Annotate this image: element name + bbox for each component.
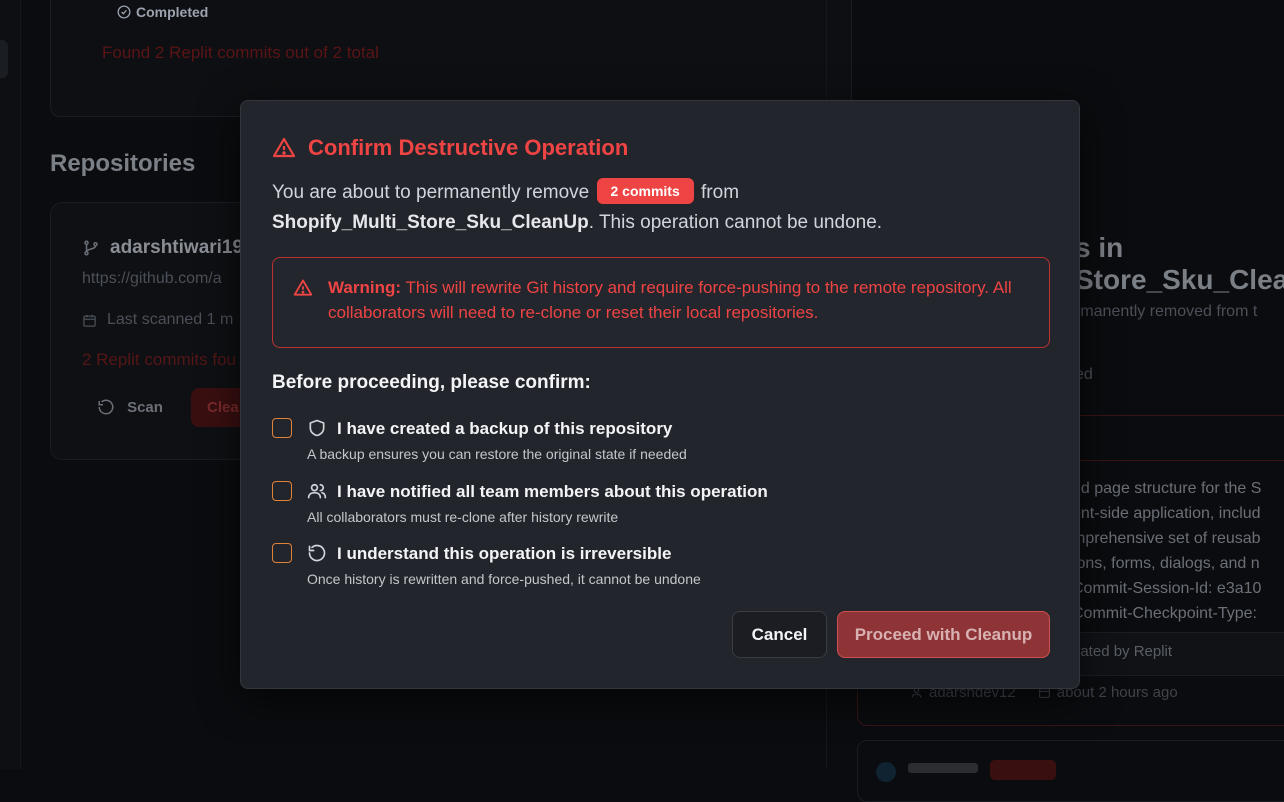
- right-panel-title-line2: Store_Sku_Clean: [1075, 264, 1284, 295]
- replit-badge: [990, 760, 1056, 780]
- scan-label: Scan: [127, 398, 163, 416]
- notify-label[interactable]: I have notified all team members about t…: [337, 481, 768, 503]
- confirm-item-notify: I have notified all team members about t…: [272, 481, 1032, 531]
- status-completed: Completed: [117, 4, 208, 20]
- dialog-description: You are about to permanently remove 2 co…: [272, 177, 1052, 238]
- commit-message: nd page structure for the S ent-side app…: [1072, 480, 1262, 622]
- confirm-item-irreversible: I understand this operation is irreversi…: [272, 543, 1032, 593]
- shield-icon: [309, 419, 325, 437]
- repo-last-scanned: Last scanned 1 m: [82, 311, 233, 329]
- repo-url[interactable]: https://github.com/a: [82, 270, 222, 288]
- notify-checkbox[interactable]: [272, 481, 292, 501]
- warning-label: Warning:: [328, 278, 402, 297]
- commit-count-badge: 2 commits: [596, 177, 694, 204]
- backup-checkbox[interactable]: [272, 418, 292, 438]
- avatar: [876, 762, 896, 782]
- warning-text: Warning: This will rewrite Git history a…: [328, 275, 1038, 325]
- commit-generated-by: erated by Replit: [1067, 643, 1173, 660]
- last-scanned-text: Last scanned 1 m: [107, 311, 234, 328]
- alert-triangle-icon: [272, 137, 296, 158]
- irreversible-checkbox[interactable]: [272, 543, 292, 563]
- repositories-heading: Repositories: [50, 150, 196, 177]
- right-panel-title-line1: s in: [1075, 232, 1124, 263]
- repo-name-text: adarshtiwari19: [110, 237, 244, 258]
- confirm-item-backup: I have created a backup of this reposito…: [272, 418, 1032, 468]
- irreversible-label[interactable]: I understand this operation is irreversi…: [337, 543, 671, 565]
- left-rail: [0, 0, 21, 769]
- alert-triangle-icon: [293, 279, 313, 296]
- rotate-icon: [308, 544, 326, 562]
- found-commits-text: Found 2 Replit commits out of 2 total: [102, 43, 379, 62]
- right-panel-title: s in Store_Sku_Clean: [1075, 232, 1284, 296]
- cleanup-label: Clea: [207, 399, 239, 416]
- desc-end: . This operation cannot be undone.: [588, 212, 883, 233]
- desc-repo-name: Shopify_Multi_Store_Sku_CleanUp: [272, 212, 589, 233]
- warning-body: This will rewrite Git history and requir…: [328, 278, 1012, 322]
- status-text: Completed: [136, 4, 209, 20]
- git-branch-icon: [84, 240, 98, 256]
- right-panel-rule: [1075, 415, 1284, 416]
- right-panel-subtitle: rmanently removed from t: [1075, 303, 1258, 320]
- desc-before: You are about to permanently remove: [272, 182, 595, 203]
- repo-commits-found: 2 Replit commits fou: [82, 350, 236, 369]
- repo-name: adarshtiwari19: [82, 237, 243, 259]
- scan-button[interactable]: Scan: [82, 388, 178, 426]
- irreversible-sub: Once history is rewritten and force-push…: [307, 571, 701, 587]
- dialog-title: Confirm Destructive Operation: [272, 135, 628, 161]
- dialog-title-text: Confirm Destructive Operation: [308, 135, 629, 160]
- proceed-with-cleanup-button[interactable]: Proceed with Cleanup: [837, 611, 1050, 658]
- notify-sub: All collaborators must re-clone after hi…: [307, 509, 619, 525]
- check-circle-icon: [117, 5, 131, 19]
- next-commit-name-placeholder: [908, 763, 978, 773]
- confirm-heading: Before proceeding, please confirm:: [272, 372, 591, 393]
- users-icon: [307, 483, 327, 499]
- cancel-button[interactable]: Cancel: [732, 611, 827, 658]
- refresh-icon: [98, 399, 114, 415]
- desc-after: from: [695, 182, 740, 203]
- calendar-icon: [83, 314, 96, 327]
- left-rail-handle[interactable]: [0, 40, 8, 78]
- confirm-dialog: Confirm Destructive Operation You are ab…: [240, 100, 1080, 689]
- backup-sub: A backup ensures you can restore the ori…: [307, 446, 687, 462]
- warning-box: Warning: This will rewrite Git history a…: [272, 257, 1050, 348]
- backup-label[interactable]: I have created a backup of this reposito…: [337, 418, 672, 440]
